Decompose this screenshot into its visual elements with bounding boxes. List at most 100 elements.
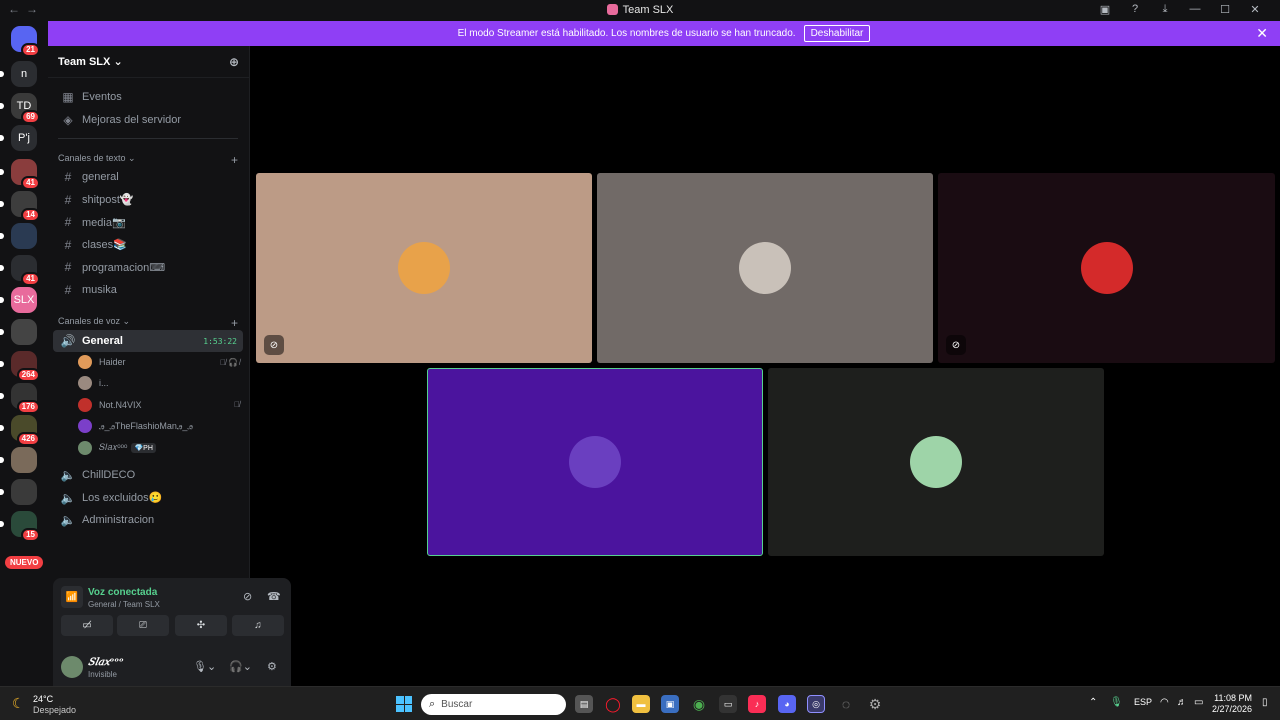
close-banner-icon[interactable]: ✕ xyxy=(1256,25,1268,42)
participant-tile[interactable] xyxy=(597,173,933,363)
participant-tile[interactable] xyxy=(768,368,1104,556)
task-view-icon[interactable]: ▤ xyxy=(575,695,593,713)
server-icon[interactable]: SLX xyxy=(11,287,37,313)
disconnect-icon[interactable]: ☎ xyxy=(267,590,281,603)
text-category[interactable]: Canales de texto ⌄ + xyxy=(58,153,238,167)
terminal-icon[interactable]: ▭ xyxy=(719,695,737,713)
inbox-icon[interactable]: ▣ xyxy=(1090,3,1120,16)
text-channel[interactable]: # musika xyxy=(53,279,243,301)
member-name: Not.N4VIX xyxy=(99,399,142,410)
unread-pill xyxy=(0,329,4,335)
notifications-icon[interactable]: ▯ xyxy=(1262,697,1268,708)
avatar[interactable] xyxy=(61,656,83,678)
settings-gear-icon[interactable]: ⚙ xyxy=(267,660,277,673)
help-icon[interactable]: ? xyxy=(1120,3,1150,16)
create-voice-channel-icon[interactable]: + xyxy=(231,316,238,330)
text-channel[interactable]: # shitpost👻 xyxy=(53,189,243,211)
discord-icon[interactable]: ◕ xyxy=(778,695,796,713)
server-icon[interactable]: 21 xyxy=(11,26,40,57)
screenshare-button[interactable]: ⎚ xyxy=(117,615,169,636)
unread-pill xyxy=(0,521,4,527)
mention-badge: 41 xyxy=(21,176,40,190)
voice-channel-general[interactable]: 🔊 General 1:53:22 xyxy=(53,330,243,352)
events-item[interactable]: ▦ Eventos xyxy=(53,86,243,108)
voice-member[interactable]: Not.N4VIX 🎙̸ xyxy=(78,395,242,415)
participant-tile[interactable] xyxy=(427,368,763,556)
opera-icon[interactable]: ◯ xyxy=(604,695,622,713)
mic-tray-icon[interactable]: 🎙 xyxy=(1110,697,1123,708)
server-boosts-item[interactable]: ◈ Mejoras del servidor xyxy=(53,109,243,131)
clock[interactable]: 11:08 PM 2/27/2026 xyxy=(1212,693,1252,715)
wifi-icon[interactable]: ◠ xyxy=(1160,697,1169,708)
disable-streamer-button[interactable]: Deshabilitar xyxy=(803,25,871,42)
voice-channel[interactable]: 🔈 Administracion xyxy=(53,509,243,531)
server-icon[interactable]: 15 xyxy=(11,511,40,542)
text-channel[interactable]: # media📷 xyxy=(53,211,243,233)
gear-app-icon[interactable]: ⚙ xyxy=(866,695,884,713)
server-icon[interactable] xyxy=(11,447,37,473)
camera-button[interactable]: ▭̸ xyxy=(61,615,113,636)
new-badge[interactable]: NUEVO xyxy=(5,556,44,569)
music-icon[interactable]: ♪ xyxy=(748,695,766,713)
signal-icon[interactable]: 📶 xyxy=(61,586,83,608)
windows-start-icon[interactable] xyxy=(396,696,412,712)
download-icon[interactable]: ⤓ xyxy=(1150,3,1180,16)
channel-name: clases📚 xyxy=(82,239,127,252)
server-icon[interactable]: TD 69 xyxy=(11,93,40,124)
create-channel-icon[interactable]: + xyxy=(231,153,238,167)
taskbar-search[interactable]: ⌕ Buscar xyxy=(421,694,566,715)
volume-icon[interactable]: ♬ xyxy=(1177,697,1187,708)
voice-member[interactable]: 𝑆𝑙𝑎𝑥ᵒᵒᵒ 💎PH xyxy=(78,438,242,458)
microphone-icon[interactable]: 🎙⌄ xyxy=(193,660,216,673)
server-header[interactable]: Team SLX ⌄ ⊕ xyxy=(48,46,249,78)
voice-category[interactable]: Canales de voz ⌄ + xyxy=(58,316,238,330)
file-explorer-icon[interactable]: ▬ xyxy=(632,695,650,713)
chrome-icon[interactable]: ◉ xyxy=(690,695,708,713)
voice-channel[interactable]: 🔈 ChillDECO xyxy=(53,464,243,486)
server-icon[interactable]: 426 xyxy=(11,415,40,446)
discord-active-icon[interactable]: ◎ xyxy=(807,695,825,713)
maximize-button[interactable]: ☐ xyxy=(1210,3,1240,16)
text-channel[interactable]: # programacion⌨ xyxy=(53,256,243,278)
voice-member[interactable]: i... xyxy=(78,373,242,393)
soundboard-button[interactable]: ♫ xyxy=(232,615,284,636)
language-indicator[interactable]: ESP xyxy=(1134,697,1152,707)
invite-people-icon[interactable]: ⊕ xyxy=(229,55,239,69)
weather-temp[interactable]: 24°C xyxy=(33,694,53,704)
server-icon[interactable] xyxy=(11,319,37,345)
server-icon[interactable] xyxy=(11,479,37,505)
participant-tile[interactable]: ⊘ xyxy=(938,173,1275,363)
voice-channel[interactable]: 🔈 Los excluidos🥲 xyxy=(53,487,243,509)
channel-sidebar: Team SLX ⌄ ⊕ ▦ Eventos ◈ Mejoras del servi… xyxy=(48,46,291,686)
taskbar: ☾ 24°C Despejado ⌕ Buscar ▤ ◯ ▬ ▣ ◉ ▭ ♪ ◕… xyxy=(0,686,1280,720)
battery-icon[interactable]: ▭ xyxy=(1194,697,1203,708)
moon-icon[interactable]: ☾ xyxy=(12,695,25,712)
participant-tile[interactable]: ⊘ xyxy=(256,173,592,363)
voice-member[interactable]: ꭿ_ꭿTheFlashioManꭿ_ꭿ xyxy=(78,416,242,436)
app-icon-gray[interactable]: ◌ xyxy=(837,695,855,713)
member-name: 𝑆𝑙𝑎𝑥ᵒᵒᵒ xyxy=(99,442,128,453)
divider xyxy=(58,138,238,139)
unread-pill xyxy=(0,457,4,463)
minimize-button[interactable]: — xyxy=(1180,3,1210,16)
server-icon[interactable]: 264 xyxy=(11,351,40,382)
close-window-button[interactable]: ✕ xyxy=(1240,3,1270,16)
server-icon[interactable] xyxy=(11,223,37,249)
text-channel[interactable]: # clases📚 xyxy=(53,234,243,256)
headphones-icon[interactable]: 🎧⌄ xyxy=(229,660,252,673)
activities-button[interactable]: ✣ xyxy=(175,615,227,636)
server-icon[interactable]: 41 xyxy=(11,159,40,190)
server-icon[interactable]: n xyxy=(11,61,37,87)
server-icon[interactable]: 176 xyxy=(11,383,40,414)
app-icon-blue[interactable]: ▣ xyxy=(661,695,679,713)
server-icon[interactable]: P'j xyxy=(11,125,37,151)
avatar xyxy=(1080,242,1133,294)
server-icon[interactable]: 41 xyxy=(11,255,40,286)
voice-member[interactable]: Haider 🎙̸🎧̸ xyxy=(78,352,242,372)
noise-suppression-icon[interactable]: ⊘ xyxy=(243,590,252,603)
text-channel[interactable]: # general xyxy=(53,166,243,188)
title-bar: ←→ Team SLX ▣ ? ⤓ — ☐ ✕ xyxy=(0,0,1280,21)
chevron-up-icon[interactable]: ⌃ xyxy=(1089,697,1097,708)
voice-status[interactable]: Voz conectada xyxy=(88,587,157,598)
server-icon[interactable]: 14 xyxy=(11,191,40,222)
